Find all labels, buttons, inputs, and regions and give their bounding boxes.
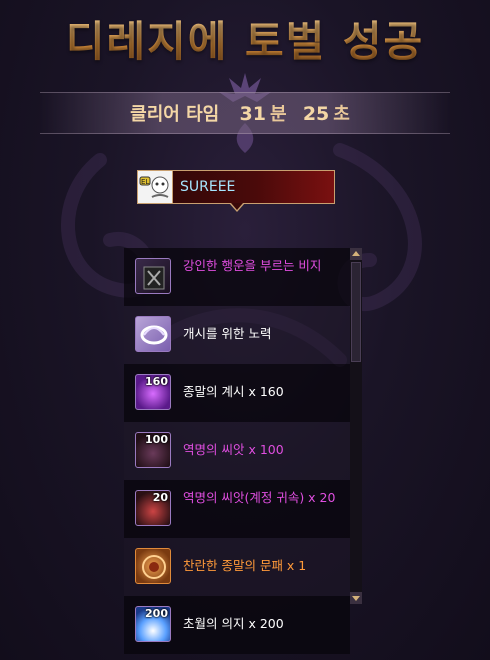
- svg-text:EL: EL: [141, 178, 149, 186]
- reward-qty: 160: [145, 375, 168, 388]
- reward-name: 개시를 위한 노력: [183, 326, 272, 341]
- clear-time-minutes-unit: 분: [269, 104, 287, 125]
- reward-item[interactable]: 개시를 위한 노력: [124, 306, 350, 364]
- reward-item[interactable]: 찬란한 종말의 문패 x 1: [124, 538, 350, 596]
- reward-list[interactable]: 강인한 행운을 부르는 비지 개시를 위한 노력 160 종말의 계시 x 16…: [124, 248, 350, 660]
- scroll-down-icon[interactable]: [350, 592, 362, 604]
- reward-name: 역명의 씨앗 x 100: [183, 442, 284, 457]
- clear-time-seconds: 25: [302, 103, 330, 125]
- reward-item[interactable]: 100 역명의 씨앗 x 100: [124, 422, 350, 480]
- blue-crystal-item-icon: 200: [135, 606, 171, 642]
- scroll-up-icon[interactable]: [350, 248, 362, 260]
- character-portrait-icon: EL: [138, 171, 173, 203]
- clear-time-label: 클리어 타임: [130, 104, 220, 125]
- reward-qty: 200: [145, 607, 168, 620]
- player-card[interactable]: EL SUREEE: [137, 170, 335, 204]
- reward-item[interactable]: 200 초월의 의지 x 200: [124, 596, 350, 654]
- reward-name: 역명의 씨앗(계정 귀속) x 20: [183, 490, 336, 505]
- reward-name: 종말의 계시 x 160: [183, 384, 284, 399]
- reward-name: 초월의 의지 x 200: [183, 616, 284, 631]
- seed-item-icon: 100: [135, 432, 171, 468]
- swirl-item-icon: [135, 316, 171, 352]
- pointer-arrow-inner: [231, 203, 243, 210]
- scroll-thumb[interactable]: [351, 262, 361, 362]
- reward-qty: 20: [152, 491, 168, 504]
- reward-name: 강인한 행운을 부르는 비지: [183, 258, 322, 273]
- reward-item[interactable]: 강인한 행운을 부르는 비지: [124, 248, 350, 306]
- reward-name: 찬란한 종말의 문패 x 1: [183, 558, 307, 573]
- reward-item[interactable]: 20 역명의 씨앗(계정 귀속) x 20: [124, 480, 350, 538]
- plaque-item-icon: [135, 548, 171, 584]
- clear-time: 클리어 타임 31 분 25 초: [0, 100, 490, 126]
- reward-qty: 100: [145, 433, 168, 446]
- reward-list-scrollbar[interactable]: [350, 248, 362, 604]
- charm-item-icon: [135, 258, 171, 294]
- clear-time-minutes: 31: [239, 103, 266, 125]
- bound-seed-item-icon: 20: [135, 490, 171, 526]
- purple-orb-item-icon: 160: [135, 374, 171, 410]
- reward-item[interactable]: 160 종말의 계시 x 160: [124, 364, 350, 422]
- player-name: SUREEE: [180, 179, 236, 195]
- clear-time-seconds-unit: 초: [333, 104, 350, 125]
- page-title: 디레지에 토벌 성공: [0, 8, 490, 69]
